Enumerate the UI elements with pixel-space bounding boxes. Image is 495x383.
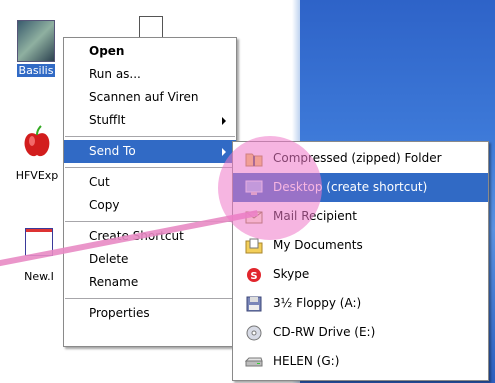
desktop-icon-hfvexp[interactable]: HFVExp <box>6 125 68 182</box>
annotation-pink-circle <box>218 136 322 240</box>
menu-item-label: Rename <box>89 275 139 289</box>
menu-separator <box>65 167 235 168</box>
send-to-floppy[interactable]: 3½ Floppy (A:) <box>233 289 488 318</box>
menu-item-label: Open <box>89 44 125 58</box>
menu-item-label: HELEN (G:) <box>273 354 340 368</box>
menu-item-send-to[interactable]: Send To <box>64 140 236 163</box>
menu-item-properties[interactable]: Properties <box>64 302 236 325</box>
menu-item-run-as[interactable]: Run as... <box>64 63 236 86</box>
desktop-icon-label: HFVExp <box>15 169 59 182</box>
menu-item-delete[interactable]: Delete <box>64 248 236 271</box>
desktop-icon-label: New.I <box>24 270 54 283</box>
menu-item-label: StuffIt <box>89 113 126 127</box>
menu-item-label: Run as... <box>89 67 141 81</box>
apple-icon <box>24 125 50 157</box>
menu-item-label: Cut <box>89 175 110 189</box>
send-to-skype[interactable]: S Skype <box>233 260 488 289</box>
menu-item-label: Send To <box>89 144 136 158</box>
menu-item-open[interactable]: Open <box>64 40 236 63</box>
desktop-icon-basilis[interactable]: Basilis <box>10 20 62 77</box>
photo-icon <box>17 20 55 62</box>
menu-item-copy[interactable]: Copy <box>64 194 236 217</box>
cd-drive-icon <box>246 325 262 341</box>
send-to-helen-drive[interactable]: HELEN (G:) <box>233 347 488 376</box>
my-documents-icon <box>245 238 263 254</box>
context-menu: Open Run as... Scannen auf Viren StuffIt… <box>63 37 237 347</box>
menu-item-label: Scannen auf Viren <box>89 90 199 104</box>
svg-text:S: S <box>250 271 257 282</box>
menu-item-label: Skype <box>273 267 310 281</box>
menu-separator <box>65 136 235 137</box>
menu-item-cut[interactable]: Cut <box>64 171 236 194</box>
desktop-icon-label: Basilis <box>16 64 56 77</box>
submenu-arrow-icon <box>222 117 226 125</box>
submenu-arrow-icon <box>222 148 226 156</box>
menu-item-label: Properties <box>89 306 150 320</box>
menu-item-scan-virus[interactable]: Scannen auf Viren <box>64 86 236 109</box>
menu-item-rename[interactable]: Rename <box>64 271 236 294</box>
send-to-cd-drive[interactable]: CD-RW Drive (E:) <box>233 318 488 347</box>
drive-icon <box>245 357 263 367</box>
menu-item-label: Copy <box>89 198 120 212</box>
menu-item-stuffit[interactable]: StuffIt <box>64 109 236 132</box>
menu-separator <box>65 298 235 299</box>
menu-item-label: Delete <box>89 252 129 266</box>
menu-item-label: 3½ Floppy (A:) <box>273 296 362 310</box>
skype-icon: S <box>247 268 261 282</box>
menu-item-label: CD-RW Drive (E:) <box>273 325 376 339</box>
floppy-icon <box>246 296 262 312</box>
